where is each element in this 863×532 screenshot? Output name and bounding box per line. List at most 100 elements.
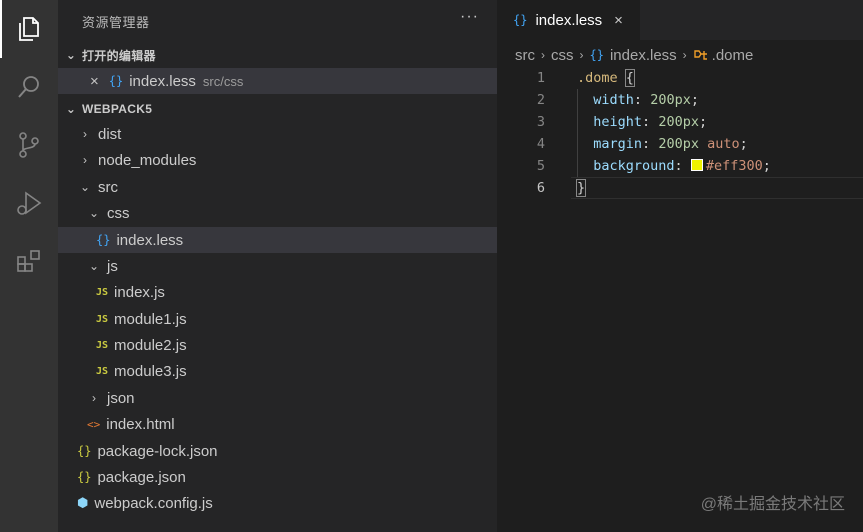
chevron-right-icon: › [579,48,584,62]
css-selector: .dome [577,70,618,86]
more-actions-button[interactable]: ··· [460,8,479,26]
tree-item-label: node_modules [98,151,197,169]
less-file-icon: {} [589,48,604,62]
open-editor-item[interactable]: × {} index.less src/css [58,68,529,94]
css-property: background [593,158,675,174]
js-file-icon: JS [96,339,109,351]
tree-item-label: webpack.config.js [94,494,213,512]
explorer-header: 资源管理器 ··· [58,0,497,40]
files-icon [19,17,39,41]
breadcrumb-css[interactable]: css [551,47,574,64]
js-file-icon: JS [96,365,109,377]
tree-item-index-html[interactable]: <> index.html [58,411,526,437]
chevron-right-icon: › [682,48,687,62]
run-debug-icon [17,191,42,215]
close-icon[interactable]: × [90,73,99,90]
line-number: 3 [536,114,545,130]
close-icon[interactable]: × [614,12,623,29]
tree-item-module2-js[interactable]: JS module2.js [58,332,535,358]
tree-item-label: json [107,389,135,407]
chevron-down-icon: ⌄ [88,259,100,273]
chevron-down-icon: ⌄ [65,102,77,116]
tree-item-label: module3.js [114,362,187,380]
run-debug-button[interactable] [0,174,58,232]
js-file-icon: JS [96,286,109,298]
color-swatch[interactable] [690,159,703,171]
chevron-down-icon: ⌄ [79,180,91,194]
tree-item-dist[interactable]: › dist [58,121,517,147]
source-control-icon [19,132,39,158]
tab-bar: {} index.less × [497,0,863,40]
search-button[interactable] [0,58,58,116]
watermark: @稀土掘金技术社区 [700,496,845,513]
semicolon: ; [690,92,699,108]
symbol-class-icon [693,50,707,60]
tree-item-package-lock-json[interactable]: {} package-lock.json [58,438,516,464]
line-number: 5 [536,158,545,174]
close-brace: } [575,179,587,197]
explorer-button[interactable] [0,0,58,58]
chevron-down-icon: ⌄ [88,206,100,220]
line-number: 6 [536,180,545,196]
breadcrumb-selector[interactable]: .dome [712,47,754,64]
tree-item-label: index.html [106,415,175,433]
tree-item-module1-js[interactable]: JS module1.js [58,306,535,332]
line-number: 4 [536,136,545,152]
tree-item-css[interactable]: ⌄ css [58,200,526,226]
line-text: height: 200px; [577,111,707,133]
code-line: 2 width: 200px; [497,89,863,111]
tab-index-less[interactable]: {} index.less × [497,0,640,40]
js-file-icon: JS [96,313,109,325]
chevron-down-icon: ⌄ [65,48,77,62]
line-text: } [575,177,587,199]
tree-item-node-modules[interactable]: › node_modules [58,147,517,173]
tree-item-label: js [107,257,118,275]
code-line: 6 } [497,177,863,199]
line-number: 2 [536,92,545,108]
less-file-icon: {} [96,233,111,247]
css-color-value: #eff300 [705,158,763,174]
line-text: background: #eff300; [577,155,771,177]
open-editors-section[interactable]: ⌄ 打开的编辑器 [58,42,503,68]
tree-item-label: dist [98,125,122,143]
tree-item-index-js[interactable]: JS index.js [58,279,535,305]
json-file-icon: {} [77,444,92,458]
colon: : [674,158,683,174]
tree-item-label: src [98,178,118,196]
tree-item-label: package-lock.json [97,442,218,460]
tree-item-package-json[interactable]: {} package.json [58,464,516,490]
code-line: 4 margin: 200px auto; [497,133,863,155]
tab-label: index.less [535,11,603,29]
source-control-button[interactable] [0,116,58,174]
tree-item-js-folder[interactable]: ⌄ js [58,253,526,279]
search-icon [18,76,39,98]
tree-item-label: package.json [97,468,186,486]
project-section[interactable]: ⌄ WEBPACK5 [58,96,503,122]
tree-item-json-folder[interactable]: › json [58,385,526,411]
breadcrumb-src[interactable]: src [515,47,535,64]
webpack-file-icon: ⬢ [77,495,89,511]
css-keyword: auto [707,136,740,152]
extensions-button[interactable] [0,232,58,290]
tree-item-webpack-config-js[interactable]: ⬢ webpack.config.js [58,490,516,516]
tree-item-label: module2.js [114,336,187,354]
less-file-icon: {} [108,74,124,88]
activity-bar [0,0,58,532]
semicolon: ; [762,158,771,174]
breadcrumb-file[interactable]: index.less [610,47,677,64]
editor-group: {} index.less × src › css › {} index.les… [497,0,863,532]
tree-item-src[interactable]: ⌄ src [58,174,517,200]
colon: : [642,114,651,130]
css-property: width [593,92,634,108]
line-number: 1 [536,70,545,86]
json-file-icon: {} [77,470,92,484]
tree-item-module3-js[interactable]: JS module3.js [58,358,535,384]
colon: : [642,136,651,152]
chevron-right-icon: › [541,48,545,62]
tree-item-label: module1.js [114,310,187,328]
tree-item-index-less[interactable]: {} index.less [58,227,535,253]
css-value: 200px [658,136,699,152]
open-editor-name: index.less [129,72,196,90]
chevron-right-icon: › [83,127,87,141]
open-editor-path: src/css [202,73,244,89]
